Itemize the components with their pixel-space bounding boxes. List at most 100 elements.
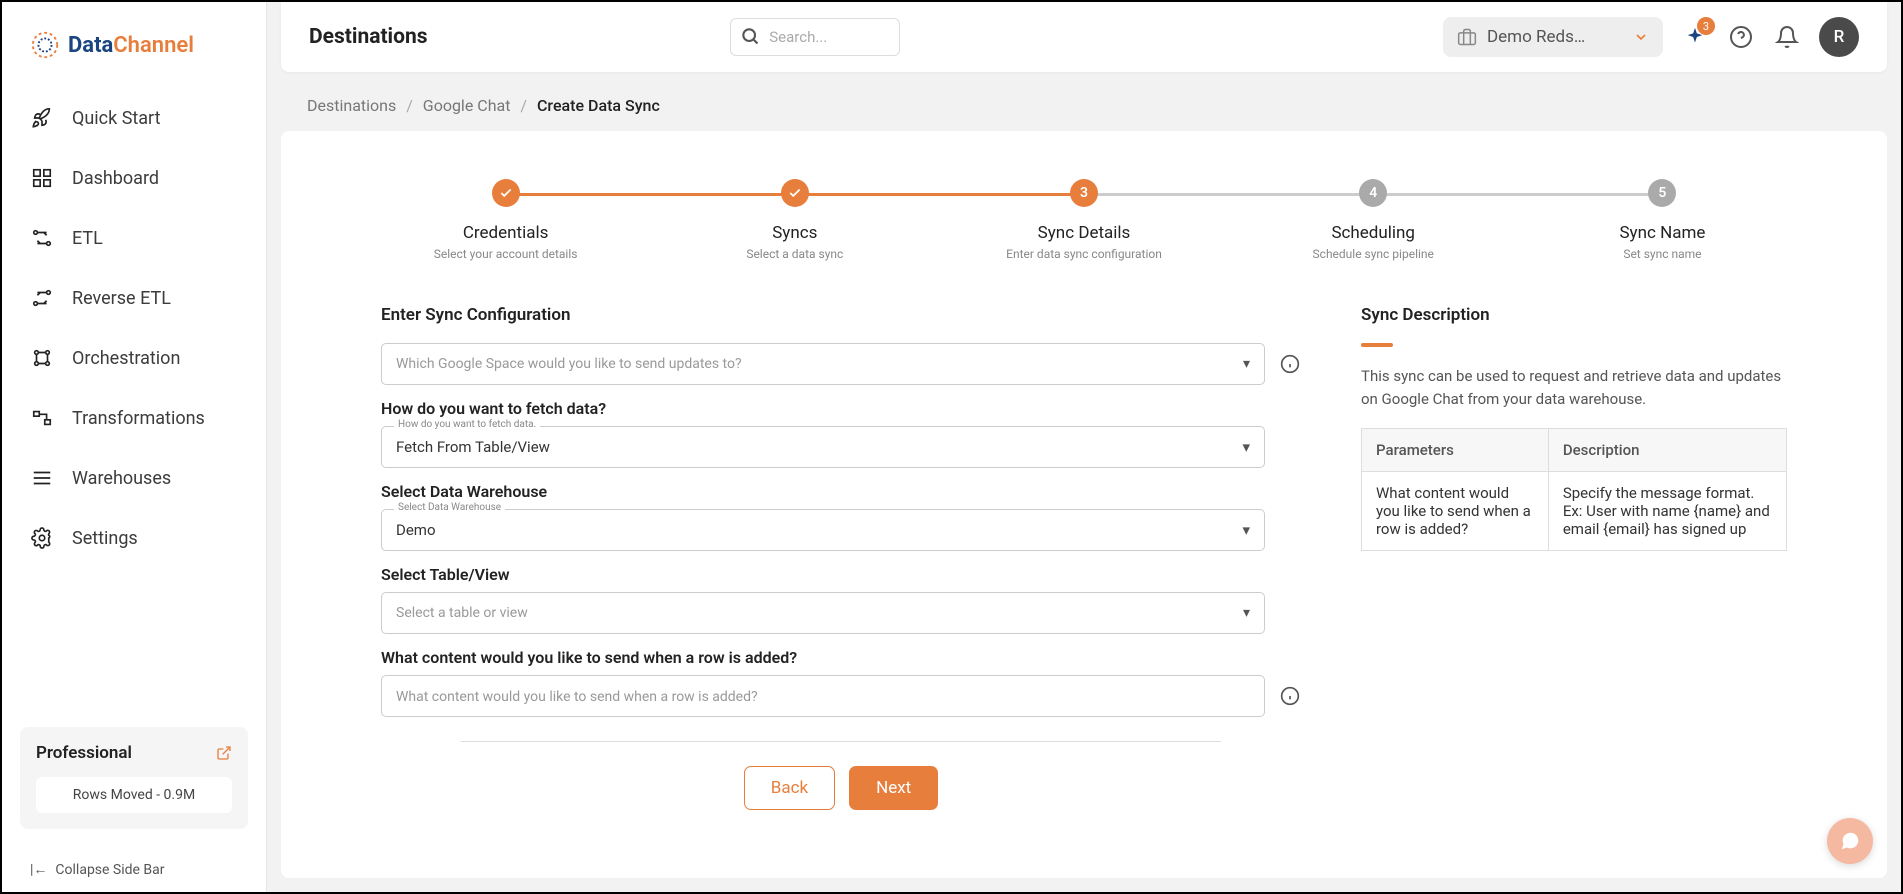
step[interactable]: Credentials Select your account details — [361, 179, 650, 261]
float-label: Select Data Warehouse — [394, 502, 505, 513]
desc-title: Sync Description — [1361, 305, 1787, 325]
search-wrap — [730, 18, 900, 56]
warehouse-label: Select Data Warehouse — [381, 482, 1301, 501]
logo[interactable]: DataChannel — [2, 2, 266, 80]
orchestration-icon — [30, 346, 54, 370]
table-select[interactable]: Select a table or view ▾ — [381, 592, 1265, 634]
step[interactable]: 5 Sync Name Set sync name — [1518, 179, 1807, 261]
step-line — [1084, 193, 1373, 196]
fetch-data-select[interactable]: How do you want to fetch data. Fetch Fro… — [381, 426, 1265, 468]
step-circle: 4 — [1359, 179, 1387, 207]
warehouse-select[interactable]: Select Data Warehouse Demo ▾ — [381, 509, 1265, 551]
nav-dashboard[interactable]: Dashboard — [2, 148, 266, 208]
chevron-down-icon: ▾ — [1242, 521, 1250, 539]
table-row: What content would you like to send when… — [1362, 472, 1787, 551]
sidebar: DataChannel Quick Start Dashboard ETL Re… — [2, 2, 267, 892]
sparkle-button[interactable]: 3 — [1681, 23, 1709, 51]
collapse-sidebar[interactable]: |← Collapse Side Bar — [2, 847, 266, 892]
table-header: Parameters — [1362, 429, 1549, 472]
next-button[interactable]: Next — [849, 766, 938, 810]
step[interactable]: Syncs Select a data sync — [650, 179, 939, 261]
breadcrumb-link[interactable]: Google Chat — [423, 96, 511, 115]
plan-name: Professional — [36, 743, 132, 763]
step-line — [795, 193, 1084, 196]
step-title: Syncs — [772, 223, 817, 243]
sidebar-bottom: Professional Rows Moved - 0.9M — [2, 709, 266, 847]
table-header: Description — [1548, 429, 1786, 472]
select-value: Fetch From Table/View — [396, 438, 550, 456]
step-circle: 3 — [1070, 179, 1098, 207]
briefcase-icon — [1457, 27, 1477, 47]
info-icon[interactable] — [1279, 353, 1301, 375]
select-placeholder: Select a table or view — [396, 605, 528, 621]
plan-card[interactable]: Professional Rows Moved - 0.9M — [20, 727, 248, 829]
breadcrumb: Destinations / Google Chat / Create Data… — [267, 72, 1901, 131]
nav: Quick Start Dashboard ETL Reverse ETL Or… — [2, 80, 266, 709]
breadcrumb-link[interactable]: Destinations — [307, 96, 396, 115]
help-button[interactable] — [1727, 23, 1755, 51]
step-sub: Select your account details — [434, 247, 578, 261]
nav-reverse-etl[interactable]: Reverse ETL — [2, 268, 266, 328]
form-area: Enter Sync Configuration Which Google Sp… — [281, 281, 1887, 878]
chevron-down-icon: ▾ — [1243, 605, 1250, 621]
nav-transformations[interactable]: Transformations — [2, 388, 266, 448]
table-cell: Specify the message format. Ex: User wit… — [1548, 472, 1786, 551]
nav-label: Orchestration — [72, 348, 180, 369]
table-cell: What content would you like to send when… — [1362, 472, 1549, 551]
topbar-right: Demo Reds… 3 R — [1443, 17, 1859, 57]
nav-label: ETL — [72, 228, 103, 249]
table-label: Select Table/View — [381, 565, 1301, 584]
nav-settings[interactable]: Settings — [2, 508, 266, 568]
select-placeholder: Which Google Space would you like to sen… — [396, 356, 742, 372]
topbar: Destinations Demo Reds… 3 — [281, 2, 1887, 72]
step-circle: 5 — [1648, 179, 1676, 207]
content-input[interactable] — [381, 675, 1265, 717]
step-sub: Set sync name — [1623, 247, 1701, 261]
nav-quick-start[interactable]: Quick Start — [2, 88, 266, 148]
step[interactable]: 4 Scheduling Schedule sync pipeline — [1229, 179, 1518, 261]
logo-icon — [30, 30, 60, 60]
warehouse-icon — [30, 466, 54, 490]
collapse-label: Collapse Side Bar — [55, 862, 164, 878]
dashboard-icon — [30, 166, 54, 190]
step[interactable]: 3 Sync Details Enter data sync configura… — [939, 179, 1228, 261]
back-button[interactable]: Back — [744, 766, 835, 810]
float-label: How do you want to fetch data. — [394, 419, 540, 430]
form-right: Sync Description This sync can be used t… — [1361, 305, 1787, 854]
button-row: Back Next — [381, 766, 1301, 834]
step-sub: Schedule sync pipeline — [1313, 247, 1434, 261]
gear-icon — [30, 526, 54, 550]
divider — [461, 741, 1221, 742]
params-table: Parameters Description What content woul… — [1361, 428, 1787, 551]
step-title: Sync Name — [1619, 223, 1705, 243]
breadcrumb-sep: / — [406, 96, 413, 115]
rocket-icon — [30, 106, 54, 130]
chevron-down-icon — [1633, 29, 1649, 45]
step-sub: Select a data sync — [746, 247, 843, 261]
etl-icon — [30, 226, 54, 250]
fetch-label: How do you want to fetch data? — [381, 399, 1301, 418]
main: Destinations Demo Reds… 3 — [267, 2, 1901, 892]
info-icon[interactable] — [1279, 685, 1301, 707]
external-link-icon — [216, 745, 232, 761]
breadcrumb-sep: / — [520, 96, 527, 115]
step-title: Credentials — [463, 223, 549, 243]
nav-label: Settings — [72, 528, 138, 549]
desc-underline — [1361, 343, 1393, 347]
bell-button[interactable] — [1773, 23, 1801, 51]
nav-warehouses[interactable]: Warehouses — [2, 448, 266, 508]
step-circle — [781, 179, 809, 207]
nav-orchestration[interactable]: Orchestration — [2, 328, 266, 388]
nav-etl[interactable]: ETL — [2, 208, 266, 268]
breadcrumb-current: Create Data Sync — [537, 96, 660, 115]
page-title: Destinations — [309, 25, 428, 49]
plan-title: Professional — [36, 743, 232, 763]
workspace-label: Demo Reds… — [1487, 27, 1585, 47]
workspace-select[interactable]: Demo Reds… — [1443, 17, 1663, 57]
nav-label: Transformations — [72, 408, 205, 429]
chat-bubble-button[interactable] — [1827, 818, 1873, 864]
content: Credentials Select your account details … — [281, 131, 1887, 878]
avatar[interactable]: R — [1819, 17, 1859, 57]
nav-label: Quick Start — [72, 108, 161, 129]
google-space-select[interactable]: Which Google Space would you like to sen… — [381, 343, 1265, 385]
